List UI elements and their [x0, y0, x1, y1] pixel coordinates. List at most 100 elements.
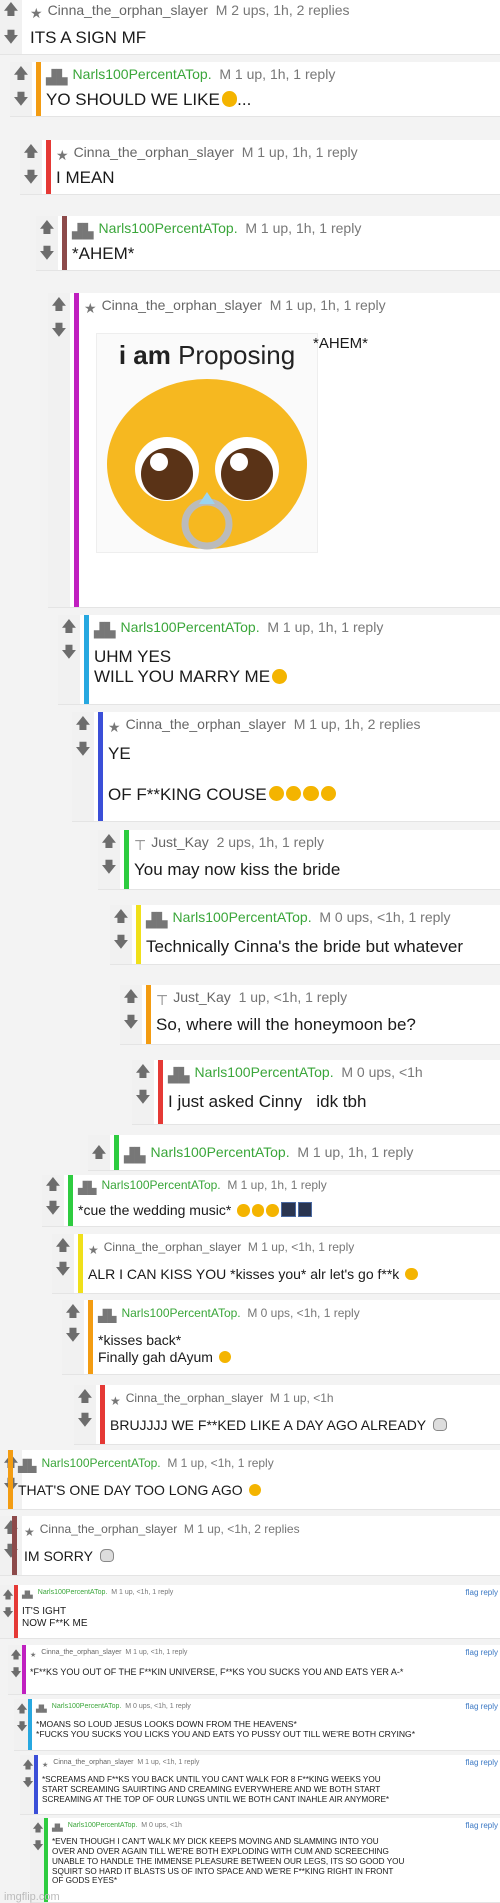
thread-bar — [12, 1516, 17, 1575]
username[interactable]: Narls100PercentATop. — [52, 1703, 122, 1710]
username[interactable]: Cinna_the_orphan_slayer — [53, 1759, 133, 1766]
username[interactable]: Narls100PercentATop. — [151, 1144, 290, 1160]
comment-meta: M 1 up, 1h, 1 reply — [269, 297, 386, 313]
comment-meta: M 1 up, <1h, 2 replies — [183, 1522, 300, 1536]
downvote-arrow-icon[interactable]: 🡇 — [65, 1328, 81, 1344]
username[interactable]: Cinna_the_orphan_slayer — [104, 1240, 241, 1254]
thread-bar — [8, 1450, 13, 1509]
castle-avatar-icon: ▟▙ — [78, 1181, 97, 1195]
downvote-arrow-icon[interactable]: 🡇 — [113, 935, 129, 951]
downvote-arrow-icon[interactable]: 🡇 — [13, 92, 29, 108]
flag-reply-links[interactable]: flag reply — [466, 1588, 498, 1597]
castle-avatar-icon: ▟▙ — [146, 912, 168, 928]
downvote-arrow-icon[interactable]: 🡇 — [39, 246, 55, 262]
thread-bar — [98, 712, 103, 821]
emoji-icon — [405, 1267, 418, 1281]
flag-reply-links[interactable]: flag reply — [466, 1702, 498, 1711]
upvote-arrow-icon[interactable]: 🡅 — [3, 2, 19, 18]
comment-collapsed[interactable]: 🡅 ▟▙ Narls100PercentATop. M 1 up, 1h, 1 r… — [88, 1135, 500, 1171]
upvote-arrow-icon[interactable]: 🡅 — [55, 1238, 71, 1254]
downvote-arrow-icon[interactable]: 🡇 — [55, 1262, 71, 1278]
username[interactable]: Narls100PercentATop. — [121, 619, 260, 635]
thread-bar — [74, 293, 79, 607]
downvote-arrow-icon[interactable]: 🡇 — [51, 323, 67, 339]
username[interactable]: Cinna_the_orphan_slayer — [41, 1649, 121, 1656]
comment-meta: M 0 ups, <1h, 1 reply — [247, 1306, 360, 1320]
comment: 🡅 🡇 ★ Cinna_the_orphan_slayer M 1 up, 1h, … — [48, 293, 500, 608]
comment-meta: M 1 up, 1h, 1 reply — [219, 66, 336, 82]
meme-image[interactable]: i am Proposing — [96, 333, 318, 553]
downvote-arrow-icon[interactable]: 🡇 — [75, 742, 91, 758]
flag-reply-links[interactable]: flag reply — [466, 1648, 498, 1657]
star-avatar-icon: ★ — [24, 1525, 35, 1539]
star-avatar-icon: ★ — [30, 1652, 37, 1659]
castle-avatar-icon: ▟▙ — [52, 1825, 63, 1832]
username[interactable]: Just_Kay — [151, 834, 209, 850]
downvote-arrow-icon[interactable]: 🡇 — [23, 170, 39, 186]
upvote-arrow-icon[interactable]: 🡅 — [13, 66, 29, 82]
comment-meta: M 1 up, <1h, 1 reply — [125, 1649, 188, 1656]
comment: 🡅 🡇 ★ Cinna_the_orphan_slayer M 1 up, <1h,… — [52, 1234, 500, 1294]
upvote-arrow-icon[interactable]: 🡅 — [135, 1064, 151, 1080]
username[interactable]: Cinna_the_orphan_slayer — [102, 297, 262, 313]
comment: 🡅 🡇 ▟▙ Narls100PercentATop. M 0 ups, <1h f… — [30, 1818, 500, 1903]
castle-avatar-icon: ▟▙ — [36, 1706, 47, 1713]
upvote-arrow-icon[interactable]: 🡅 — [77, 1389, 93, 1405]
username[interactable]: Narls100PercentATop. — [73, 66, 212, 82]
upvote-arrow-icon[interactable]: 🡅 — [101, 834, 117, 850]
upvote-arrow-icon[interactable]: 🡅 — [45, 1177, 61, 1193]
username[interactable]: Cinna_the_orphan_slayer — [126, 716, 286, 732]
upvote-arrow-icon[interactable]: 🡅 — [51, 297, 67, 313]
thread-bar — [78, 1234, 83, 1293]
flag-reply-links[interactable]: flag reply — [466, 1758, 498, 1767]
thread-bar — [158, 1060, 163, 1124]
comment-text: I MEAN — [56, 168, 115, 187]
upvote-arrow-icon[interactable]: 🡅 — [61, 619, 77, 635]
downvote-arrow-icon[interactable]: 🡇 — [135, 1090, 151, 1106]
star-avatar-icon: ★ — [108, 719, 121, 735]
comment: 🡅 🡇 ★ Cinna_the_orphan_slayer M 1 up, <1h,… — [0, 1516, 500, 1576]
upvote-arrow-icon[interactable]: 🡅 — [123, 989, 139, 1005]
username[interactable]: Narls100PercentATop. — [195, 1064, 334, 1080]
downvote-arrow-icon[interactable]: 🡇 — [61, 645, 77, 661]
username[interactable]: Cinna_the_orphan_slayer — [40, 1522, 177, 1536]
downvote-arrow-icon[interactable]: 🡇 — [3, 30, 19, 46]
comment-text: *MOANS SO LOUD JESUS LOOKS DOWN FROM THE… — [36, 1719, 416, 1740]
username[interactable]: Narls100PercentATop. — [99, 220, 238, 236]
comment: 🡅 🡇 ⊤ Just_Kay 2 ups, 1h, 1 reply You may … — [98, 830, 500, 890]
username[interactable]: Cinna_the_orphan_slayer — [74, 144, 234, 160]
imgflip-watermark: imgflip.com — [4, 1891, 60, 1903]
meme-text: Proposing — [178, 340, 296, 370]
upvote-arrow-icon[interactable]: 🡅 — [23, 144, 39, 160]
comment-meta: M 0 ups, <1h, 1 reply — [125, 1703, 191, 1710]
sign-avatar-icon: ⊤ — [156, 992, 169, 1008]
username[interactable]: Narls100PercentATop. — [101, 1178, 220, 1192]
comment-text: ALR I CAN KISS YOU *kisses you* alr let'… — [88, 1266, 400, 1282]
username[interactable]: Narls100PercentATop. — [41, 1456, 160, 1470]
username[interactable]: Cinna_the_orphan_slayer — [48, 2, 208, 18]
downvote-arrow-icon[interactable]: 🡇 — [77, 1413, 93, 1429]
comment-meta: M 0 ups, <1h, 1 reply — [319, 909, 451, 925]
username[interactable]: Narls100PercentATop. — [68, 1822, 138, 1829]
username[interactable]: Just_Kay — [173, 989, 231, 1005]
downvote-arrow-icon[interactable]: 🡇 — [45, 1201, 61, 1217]
upvote-arrow-icon[interactable]: 🡅 — [91, 1145, 107, 1161]
comment-meta: M 1 up, <1h, 1 reply — [167, 1456, 274, 1470]
thread-bar — [88, 1300, 93, 1374]
downvote-arrow-icon[interactable]: 🡇 — [123, 1015, 139, 1031]
flag-reply-links[interactable]: flag reply — [466, 1821, 498, 1830]
emoji-icon — [303, 786, 319, 802]
username[interactable]: Narls100PercentATop. — [173, 909, 312, 925]
emoji-icon — [272, 668, 288, 685]
downvote-arrow-icon[interactable]: 🡇 — [101, 860, 117, 876]
upvote-arrow-icon[interactable]: 🡅 — [75, 716, 91, 732]
username[interactable]: Narls100PercentATop. — [38, 1589, 108, 1596]
username[interactable]: Cinna_the_orphan_slayer — [126, 1391, 263, 1405]
comment: 🡅 🡇 ▟▙ Narls100PercentATop. M 1 up, 1h, 1 … — [42, 1175, 500, 1227]
upvote-arrow-icon[interactable]: 🡅 — [65, 1304, 81, 1320]
upvote-arrow-icon[interactable]: 🡅 — [113, 909, 129, 925]
username[interactable]: Narls100PercentATop. — [121, 1306, 240, 1320]
sign-avatar-icon: ⊤ — [134, 837, 147, 853]
castle-avatar-icon: ▟▙ — [18, 1459, 37, 1473]
upvote-arrow-icon[interactable]: 🡅 — [39, 220, 55, 236]
